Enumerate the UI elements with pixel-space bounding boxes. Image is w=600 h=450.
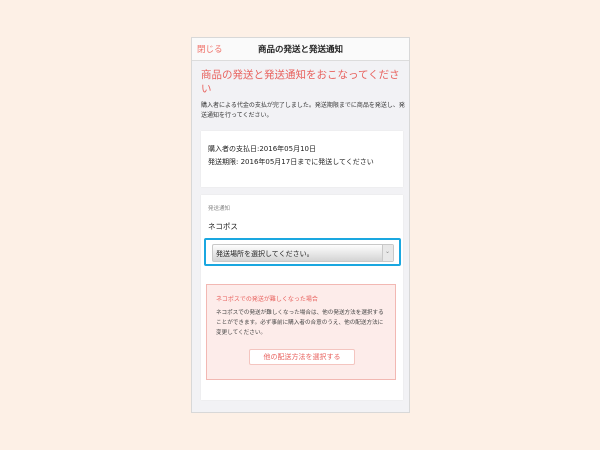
- page-title: 商品の発送と発送通知: [257, 45, 343, 55]
- alert-body: ネコポスでの発送が難しくなった場合は、他の発送方法を選択することができます。必ず…: [216, 310, 384, 336]
- select-other-shipping-button[interactable]: 他の配送方法を選択する: [249, 349, 355, 365]
- phone-screen: 閉じる 商品の発送と発送通知 商品の発送と発送通知をおこなってください 購入者に…: [191, 37, 410, 413]
- shipping-deadline: 発送期限: 2016年05月17日までに発送してください: [208, 158, 374, 166]
- alert-title: ネコポスでの発送が難しくなった場合: [216, 296, 318, 303]
- alternative-shipping-alert: ネコポスでの発送が難しくなった場合 ネコポスでの発送が難しくなった場合は、他の発…: [206, 284, 396, 380]
- instruction-text: 購入者による代金の支払が完了しました。発送期限までに商品を発送し、発送通知を行っ…: [201, 102, 405, 119]
- payment-date: 購入者の支払日:2016年05月10日: [208, 145, 316, 153]
- shipping-notice-card: 発送通知 ネコポス 発送場所を選択してください。 ⌄ ネコポスでの発送が難しくな…: [201, 195, 403, 400]
- shipping-notice-label: 発送通知: [208, 206, 231, 212]
- select-placeholder: 発送場所を選択してください。: [216, 250, 314, 258]
- shipping-location-select-highlight: 発送場所を選択してください。 ⌄: [204, 238, 401, 266]
- section-heading: 商品の発送と発送通知をおこなってください: [201, 69, 400, 95]
- chevron-down-icon: ⌄: [382, 245, 393, 261]
- shipping-method: ネコポス: [208, 222, 238, 231]
- shipping-location-select[interactable]: 発送場所を選択してください。 ⌄: [212, 244, 394, 262]
- navigation-bar: 閉じる 商品の発送と発送通知: [192, 38, 409, 61]
- payment-info-card: 購入者の支払日:2016年05月10日 発送期限: 2016年05月17日までに…: [201, 131, 403, 187]
